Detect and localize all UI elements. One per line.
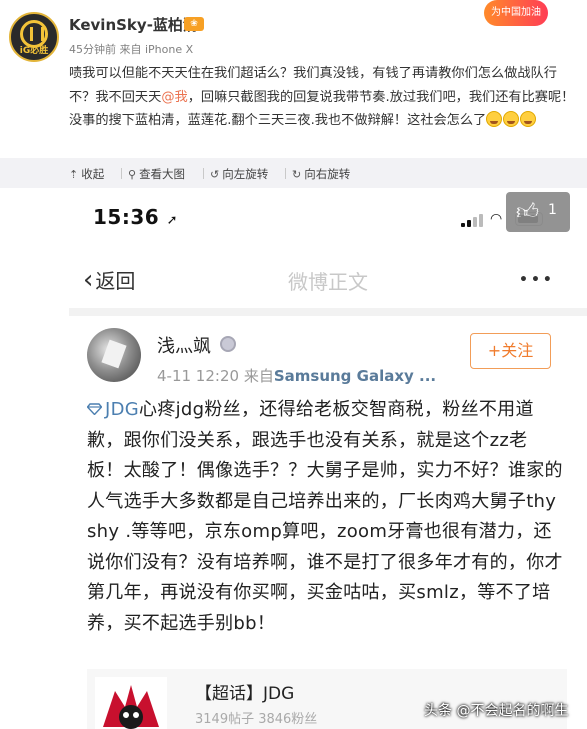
status-time: 15:36 ➚ <box>93 205 178 229</box>
section-divider <box>69 308 587 316</box>
status-bar: 15:36 ➚ ◠ 👍︎ 1 <box>69 188 587 248</box>
user-avatar[interactable]: iG必胜 <box>9 12 59 62</box>
mention-link[interactable]: @我 <box>161 90 187 105</box>
device-source: Samsung Galaxy ... <box>273 367 437 385</box>
post-meta: 45分钟前 来自 iPhone X <box>69 41 193 57</box>
rotate-right-label: 向右旋转 <box>304 167 351 181</box>
topic-link[interactable]: JDG <box>105 399 139 420</box>
author-post-time: 4-11 12:20 <box>157 367 240 385</box>
diamond-icon <box>87 403 102 415</box>
event-badge[interactable]: 为中国加油 <box>484 0 548 26</box>
location-arrow-icon: ➚ <box>166 213 179 228</box>
like-count: 1 <box>548 202 557 218</box>
emoji-group <box>486 111 537 136</box>
nav-bar: ‹ 返回 微博正文 ••• <box>69 248 587 308</box>
thumbs-up-icon: 👍︎ <box>516 200 539 225</box>
avatar-team-text: iG必胜 <box>19 46 49 56</box>
rotate-right-button[interactable]: ↻ 向右旋转 <box>292 166 350 182</box>
author-meta: 4-11 12:20 来自Samsung Galaxy ... <box>157 365 436 386</box>
weibo-post: iG必胜 KevinSky-蓝柏清 ❀ 为中国加油 45分钟前 来自 iPhon… <box>0 0 587 158</box>
body-text: 心疼jdg粉丝，还得给老板交智商税，粉丝不用道歉，跟你们没关系，跟选手也没有关系… <box>87 399 563 634</box>
author-name[interactable]: 浅灬飒 <box>157 332 211 358</box>
vip-badge-icon: ❀ <box>184 17 204 31</box>
toolbar-divider <box>121 168 122 179</box>
laugh-cry-emoji-icon <box>486 111 503 127</box>
card-subtitle: 3149帖子 3846粉丝 <box>195 712 318 727</box>
collapse-icon: ⇡ <box>69 167 79 181</box>
post-time[interactable]: 45分钟前 <box>69 43 116 56</box>
laugh-cry-emoji-icon <box>503 111 520 127</box>
nav-title: 微博正文 <box>288 270 368 294</box>
like-button[interactable]: 👍︎ 1 <box>506 192 570 232</box>
follow-button[interactable]: +关注 <box>470 333 551 369</box>
image-toolbar: ⇡ 收起 ⚲ 查看大图 ↺ 向左旋转 ↻ 向右旋转 <box>0 158 587 188</box>
card-title: 【超话】JDG <box>195 684 295 704</box>
view-large-button[interactable]: ⚲ 查看大图 <box>128 166 185 182</box>
user-name[interactable]: KevinSky-蓝柏清 <box>69 14 198 35</box>
author-avatar[interactable] <box>87 328 141 382</box>
toolbar-divider <box>285 168 286 179</box>
collapse-button[interactable]: ⇡ 收起 <box>69 166 104 182</box>
rotate-left-icon: ↺ <box>210 167 220 181</box>
watermark: 头条 @不会起名的啊生 <box>424 703 569 719</box>
more-options-icon[interactable]: ••• <box>519 272 555 288</box>
super-topic-card[interactable]: 【超话】JDG 3149帖子 3846粉丝 <box>87 669 567 729</box>
rotate-left-button[interactable]: ↺ 向左旋转 <box>210 166 268 182</box>
toolbar-divider <box>203 168 204 179</box>
collapse-label: 收起 <box>81 167 105 181</box>
rotate-left-label: 向左旋转 <box>222 167 269 181</box>
jdg-logo-icon <box>95 677 167 729</box>
post-source: 来自 iPhone X <box>119 43 194 56</box>
weibo-body: JDG心疼jdg粉丝，还得给老板交智商税，粉丝不用道歉，跟你们没关系，跟选手也没… <box>87 395 563 639</box>
post-text: 啧我可以但能不天天住在我们超话么？我们真没钱，有钱了再请教你们怎么做战队行不？我… <box>69 62 575 136</box>
medal-icon <box>220 336 236 352</box>
post-image[interactable]: 15:36 ➚ ◠ 👍︎ 1 ‹ 返回 微博正文 ••• 浅灬飒 4-11 12… <box>69 188 587 729</box>
cellular-signal-icon <box>461 213 483 227</box>
view-large-label: 查看大图 <box>139 167 186 181</box>
from-label: 来自 <box>243 367 274 385</box>
rotate-right-icon: ↻ <box>292 167 302 181</box>
search-icon: ⚲ <box>128 167 137 181</box>
status-time-text: 15:36 <box>93 205 160 229</box>
laugh-cry-emoji-icon <box>520 111 537 127</box>
